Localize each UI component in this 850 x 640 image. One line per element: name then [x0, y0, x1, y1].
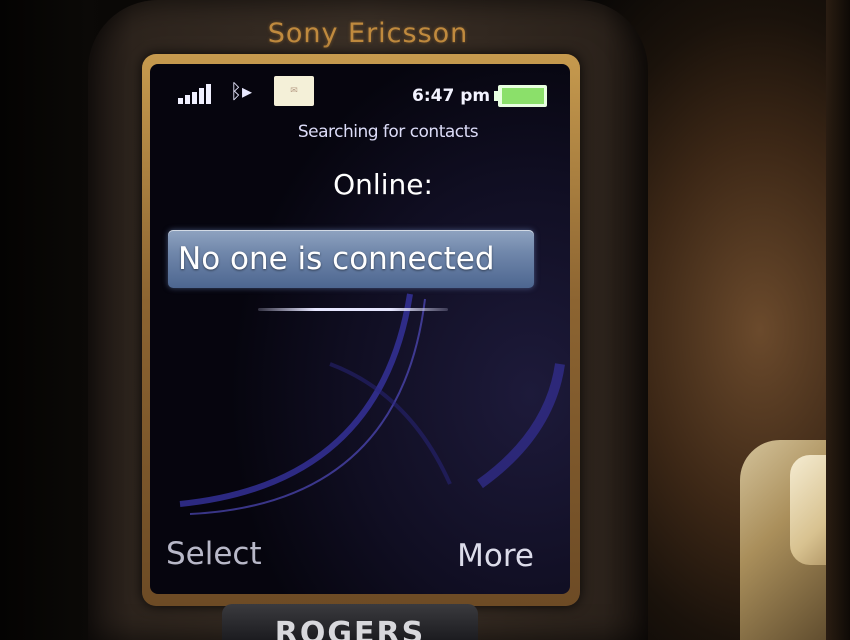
phone-screen: ᛒ▸ ✉ 6:47 pm Searching for contacts Onli… [150, 64, 570, 594]
message-icon: ✉ [274, 76, 314, 106]
list-divider [258, 308, 448, 311]
status-time: 6:47 pm [412, 86, 491, 106]
background-edge [826, 0, 850, 640]
battery-icon [494, 85, 547, 107]
searching-status-text: Searching for contacts [297, 122, 479, 142]
carrier-logo: ROGERS [274, 616, 426, 640]
carrier-plate: ROGERS [222, 604, 478, 640]
status-bar: ᛒ▸ ✉ 6:47 pm [150, 64, 570, 114]
online-section-title: Online: [333, 168, 433, 201]
signal-bars-icon [178, 84, 211, 104]
contact-list-item-selected[interactable]: No one is connected [168, 230, 534, 288]
brand-logo: Sony Ericsson [267, 18, 469, 49]
select-softkey[interactable]: Select [166, 536, 262, 572]
contact-list-item-label: No one is connected [178, 241, 495, 277]
wallpaper-swirl [179, 293, 565, 515]
bluetooth-icon: ᛒ▸ [230, 79, 253, 103]
more-softkey[interactable]: More [457, 538, 534, 574]
